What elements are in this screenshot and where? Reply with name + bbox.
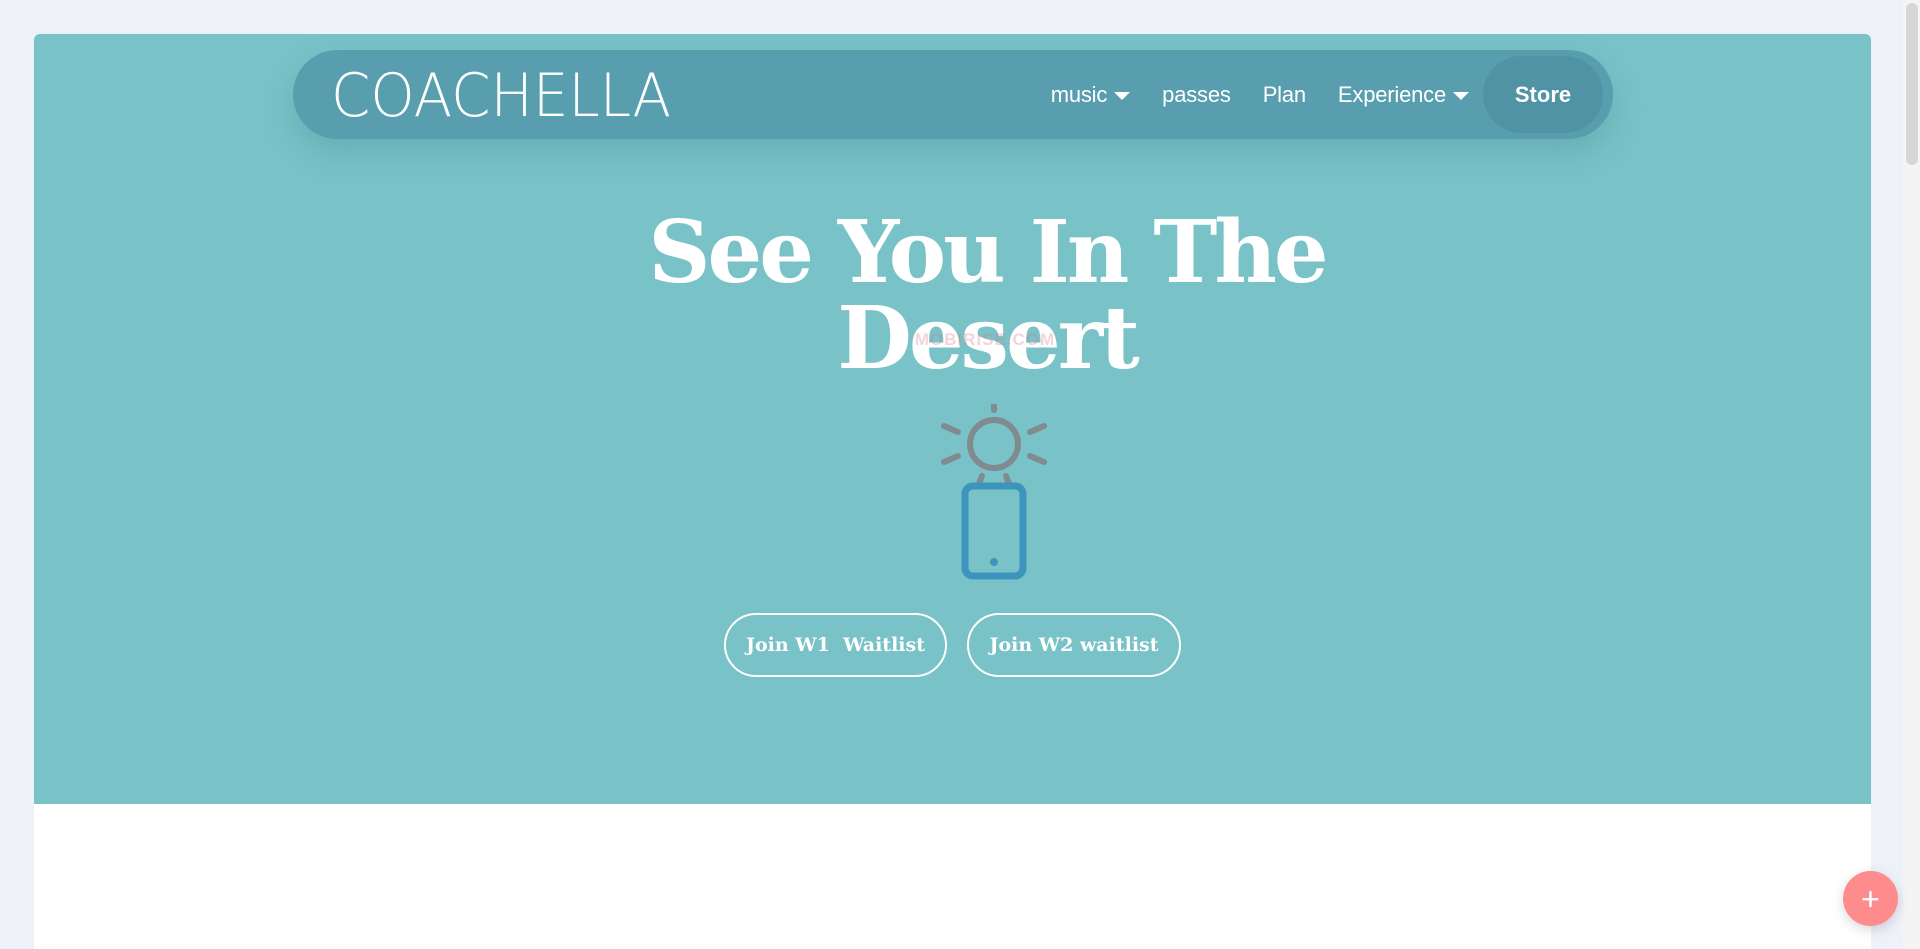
nav-item-passes[interactable]: passes [1162, 82, 1231, 108]
nav-item-label: Plan [1262, 81, 1306, 107]
coachella-logo[interactable]: COACHELLA [331, 58, 677, 128]
nav-menu: music passes Plan Experience Store [1051, 50, 1603, 139]
mobile-signal-icon [940, 402, 1048, 589]
navbar: COACHELLA music passes Plan Experience S… [293, 50, 1613, 139]
chevron-down-icon [1453, 91, 1469, 100]
nav-item-music[interactable]: music [1050, 81, 1131, 108]
nav-item-label: passes [1162, 81, 1231, 107]
watermark-text: MOBIRISE.COM [914, 330, 1056, 349]
scrollbar-track[interactable] [1903, 0, 1920, 949]
chevron-down-icon [1114, 91, 1131, 100]
nav-item-plan[interactable]: Plan [1263, 82, 1306, 108]
plus-icon: + [1861, 880, 1880, 917]
store-button[interactable]: Store [1483, 56, 1603, 133]
hero-section: COACHELLA music passes Plan Experience S… [34, 34, 1871, 804]
floating-action-button[interactable]: + [1843, 871, 1898, 926]
join-w1-waitlist-button[interactable]: Join W1 Waitlist [724, 613, 947, 677]
nav-item-experience[interactable]: Experience [1338, 82, 1469, 108]
nav-item-label: music [1050, 81, 1108, 107]
scrollbar-thumb[interactable] [1906, 3, 1918, 165]
nav-item-label: Experience [1337, 81, 1446, 107]
hero-button-row: Join W1 Waitlist Join W2 waitlist [724, 613, 1181, 677]
logo-wordmark: COACHELLA [331, 61, 671, 128]
page-frame: COACHELLA music passes Plan Experience S… [34, 34, 1871, 949]
hero-title: See You In The Desert [648, 202, 1328, 389]
join-w2-waitlist-button[interactable]: Join W2 waitlist [967, 613, 1181, 677]
